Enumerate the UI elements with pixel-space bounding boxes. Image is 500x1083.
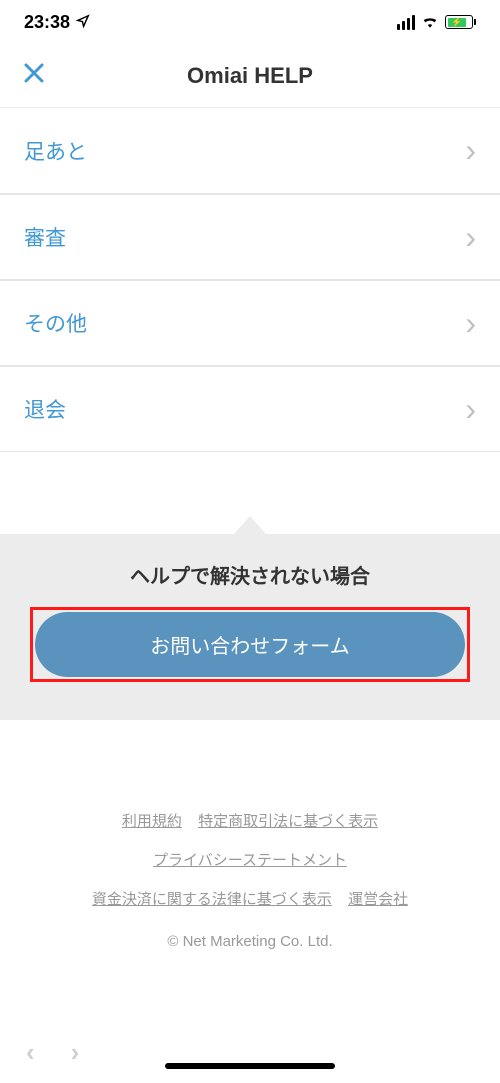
contact-button-highlight: お問い合わせフォーム [30,607,470,682]
menu-item-review[interactable]: 審査 › [0,194,500,280]
menu-item-other[interactable]: その他 › [0,280,500,366]
header: Omiai HELP [0,44,500,108]
pointer-triangle [234,516,266,534]
link-privacy[interactable]: プライバシーステートメント [153,852,347,869]
status-bar: 23:38 ⚡ [0,0,500,44]
nav-forward-icon[interactable]: › [71,1037,80,1068]
link-commerce[interactable]: 特定商取引法に基づく表示 [198,813,378,830]
close-button[interactable] [22,59,46,93]
copyright: © Net Marketing Co. Ltd. [0,933,500,950]
browser-nav: ‹ › [0,1027,500,1077]
footer-links: 利用規約 特定商取引法に基づく表示 プライバシーステートメント 資金決済に関する… [0,802,500,919]
menu-item-footprint[interactable]: 足あと › [0,108,500,194]
chevron-right-icon: › [465,391,476,428]
location-icon [76,12,90,33]
chevron-right-icon: › [465,305,476,342]
nav-back-icon[interactable]: ‹ [26,1037,35,1068]
chevron-right-icon: › [465,219,476,256]
signal-icon [397,15,415,30]
status-time: 23:38 [24,12,70,33]
menu-item-label: 退会 [24,394,66,424]
contact-form-button[interactable]: お問い合わせフォーム [35,612,465,677]
menu-item-withdraw[interactable]: 退会 › [0,366,500,452]
contact-heading: ヘルプで解決されない場合 [30,560,470,589]
link-settlement[interactable]: 資金決済に関する法律に基づく表示 [92,891,332,908]
menu-item-label: その他 [24,308,87,338]
home-indicator [165,1063,335,1069]
wifi-icon [421,12,439,33]
menu-item-label: 審査 [24,222,66,252]
contact-section: ヘルプで解決されない場合 お問い合わせフォーム [0,534,500,720]
menu-item-label: 足あと [24,136,87,166]
chevron-right-icon: › [465,132,476,169]
battery-icon: ⚡ [445,15,476,29]
link-terms[interactable]: 利用規約 [122,813,182,830]
link-company[interactable]: 運営会社 [348,891,408,908]
page-title: Omiai HELP [187,63,313,89]
